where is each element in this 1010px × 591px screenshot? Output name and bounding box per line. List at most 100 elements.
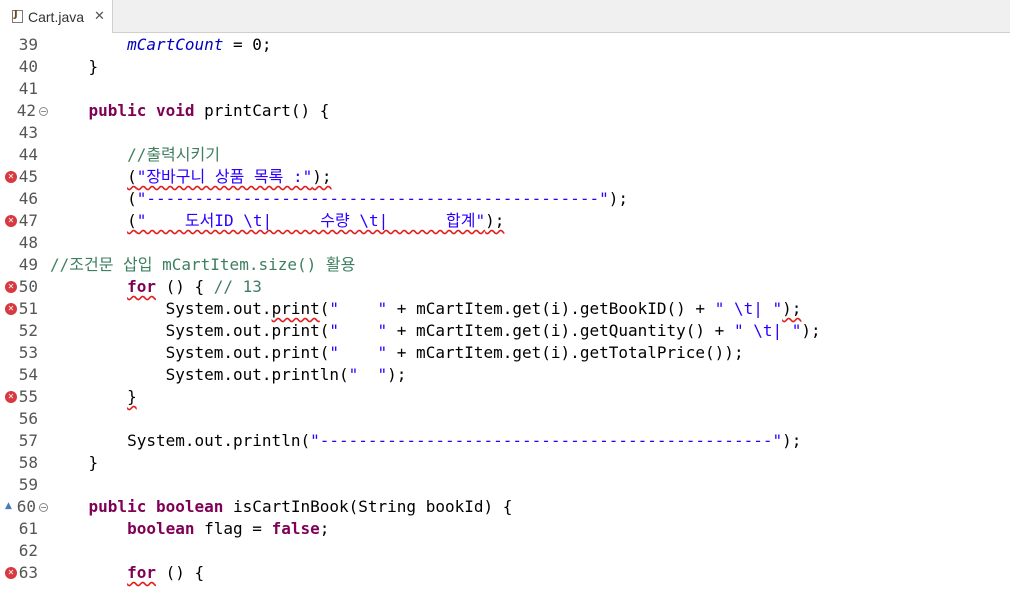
error-marker-icon[interactable]: ✕ — [5, 303, 17, 315]
code-token: ); — [782, 299, 802, 318]
code-text[interactable]: } — [50, 56, 99, 78]
code-line[interactable]: 57 System.out.println("-----------------… — [0, 430, 1010, 452]
code-token: ); — [312, 167, 332, 186]
code-line[interactable]: 56 — [0, 408, 1010, 430]
code-text[interactable]: mCartCount = 0; — [50, 34, 272, 56]
line-gutter: 52 — [0, 320, 48, 342]
code-line[interactable]: 48 — [0, 232, 1010, 254]
code-line[interactable]: 52 System.out.print(" " + mCartItem.get(… — [0, 320, 1010, 342]
tab-cart-java[interactable]: Cart.java ✕ — [0, 0, 113, 33]
code-text[interactable]: boolean flag = false; — [50, 518, 329, 540]
code-token: " " — [348, 365, 388, 384]
code-token: ( — [127, 211, 137, 230]
line-number: 46 — [18, 189, 38, 208]
java-file-icon — [12, 9, 23, 23]
code-text[interactable]: } — [50, 386, 137, 408]
line-gutter: 39 — [0, 34, 48, 56]
override-marker-icon[interactable]: ▲ — [5, 501, 12, 511]
line-gutter: 40 — [0, 56, 48, 78]
line-gutter: 53 — [0, 342, 48, 364]
code-line[interactable]: 41 — [0, 78, 1010, 100]
code-line[interactable]: ✕ 50 for () { // 13 — [0, 276, 1010, 298]
close-icon[interactable]: ✕ — [94, 9, 105, 24]
line-number: 59 — [18, 475, 38, 494]
code-editor[interactable]: 39 mCartCount = 0; 40 } 41 42− public void … — [0, 33, 1010, 591]
code-line[interactable]: ▲ 60− public boolean isCartInBook(String … — [0, 496, 1010, 518]
line-number: 55 — [18, 387, 38, 406]
code-line[interactable]: ✕ 45 ("장바구니 상품 목록 :"); — [0, 166, 1010, 188]
code-text[interactable]: } — [50, 452, 99, 474]
code-text[interactable]: (" 도서ID \t| 수량 \t| 합계"); — [50, 210, 504, 232]
code-text[interactable]: //조건문 삽입 mCartItem.size() 활용 — [50, 254, 355, 276]
code-token: ; — [319, 519, 330, 538]
code-line[interactable]: 61 boolean flag = false; — [0, 518, 1010, 540]
code-text[interactable]: ("--------------------------------------… — [50, 188, 628, 210]
code-token: } — [88, 57, 99, 76]
code-token: " 도서ID \t| 수량 \t| 합계" — [136, 211, 486, 230]
code-text[interactable]: System.out.print(" " + mCartItem.get(i).… — [50, 320, 821, 342]
code-line[interactable]: ✕ 63 for () { — [0, 562, 1010, 584]
code-text[interactable]: public void printCart() { — [50, 100, 330, 122]
error-marker-icon[interactable]: ✕ — [5, 567, 17, 579]
code-text[interactable]: System.out.print(" " + mCartItem.get(i).… — [50, 342, 744, 364]
line-gutter: 44 — [0, 144, 48, 166]
code-line[interactable]: 62 — [0, 540, 1010, 562]
error-marker-icon[interactable]: ✕ — [5, 215, 17, 227]
code-token: + mCartItem.get(i).getBookID() + — [387, 299, 715, 318]
code-line[interactable]: 49 //조건문 삽입 mCartItem.size() 활용 — [0, 254, 1010, 276]
code-line[interactable]: 42− public void printCart() { — [0, 100, 1010, 122]
code-text[interactable]: System.out.println(" "); — [50, 364, 407, 386]
error-marker-icon[interactable]: ✕ — [5, 171, 17, 183]
code-token: ); — [608, 189, 628, 208]
line-gutter: ✕ 47 — [0, 210, 48, 232]
line-gutter: 49 — [0, 254, 48, 276]
code-text[interactable]: //출력시키기 — [50, 144, 220, 166]
line-gutter: 43 — [0, 122, 48, 144]
line-gutter: 58 — [0, 452, 48, 474]
tab-title: Cart.java — [28, 8, 85, 25]
error-marker-icon[interactable]: ✕ — [5, 281, 17, 293]
line-gutter: 62 — [0, 540, 48, 562]
code-line[interactable]: 54 System.out.println(" "); — [0, 364, 1010, 386]
code-text[interactable]: ("장바구니 상품 목록 :"); — [50, 166, 332, 188]
line-gutter: 56 — [0, 408, 48, 430]
code-line[interactable]: 39 mCartCount = 0; — [0, 34, 1010, 56]
error-marker-icon[interactable]: ✕ — [5, 391, 17, 403]
code-line[interactable]: 53 System.out.print(" " + mCartItem.get(… — [0, 342, 1010, 364]
code-token: for — [127, 563, 156, 582]
fold-toggle-icon[interactable]: − — [39, 107, 48, 116]
line-gutter: ✕ 45 — [0, 166, 48, 188]
code-line[interactable]: 46 ("-----------------------------------… — [0, 188, 1010, 210]
code-line[interactable]: 40 } — [0, 56, 1010, 78]
code-token: mCartCount — [127, 35, 224, 54]
code-text[interactable]: System.out.print(" " + mCartItem.get(i).… — [50, 298, 802, 320]
line-number: 43 — [18, 123, 38, 142]
line-number: 58 — [18, 453, 38, 472]
code-line[interactable]: ✕ 55 } — [0, 386, 1010, 408]
line-number: 63 — [18, 563, 38, 582]
code-token: System.out.print( — [165, 343, 330, 362]
line-gutter: 59 — [0, 474, 48, 496]
code-token: ( — [127, 167, 137, 186]
code-text[interactable]: for () { — [50, 562, 204, 584]
code-line[interactable]: 43 — [0, 122, 1010, 144]
code-token: () { — [155, 277, 214, 296]
code-text[interactable]: System.out.println("--------------------… — [50, 430, 801, 452]
fold-toggle-icon[interactable]: − — [39, 503, 48, 512]
code-line[interactable]: 59 — [0, 474, 1010, 496]
code-token: //조건문 삽입 mCartItem.size() 활용 — [50, 255, 356, 274]
code-line[interactable]: ✕ 47 (" 도서ID \t| 수량 \t| 합계"); — [0, 210, 1010, 232]
code-token: = 0; — [223, 35, 272, 54]
editor-tab-bar: Cart.java ✕ — [0, 0, 1010, 33]
code-token: " \t| " — [714, 299, 783, 318]
code-line[interactable]: 44 //출력시키기 — [0, 144, 1010, 166]
code-text[interactable]: for () { // 13 — [50, 276, 262, 298]
line-number: 48 — [18, 233, 38, 252]
code-token: + mCartItem.get(i).getQuantity() + — [387, 321, 734, 340]
code-text[interactable]: public boolean isCartInBook(String bookI… — [50, 496, 513, 518]
code-line[interactable]: ✕ 51 System.out.print(" " + mCartItem.get… — [0, 298, 1010, 320]
code-token: System.out.println( — [165, 365, 349, 384]
line-number: 41 — [18, 79, 38, 98]
code-line[interactable]: 58 } — [0, 452, 1010, 474]
code-token: "---------------------------------------… — [310, 431, 783, 450]
